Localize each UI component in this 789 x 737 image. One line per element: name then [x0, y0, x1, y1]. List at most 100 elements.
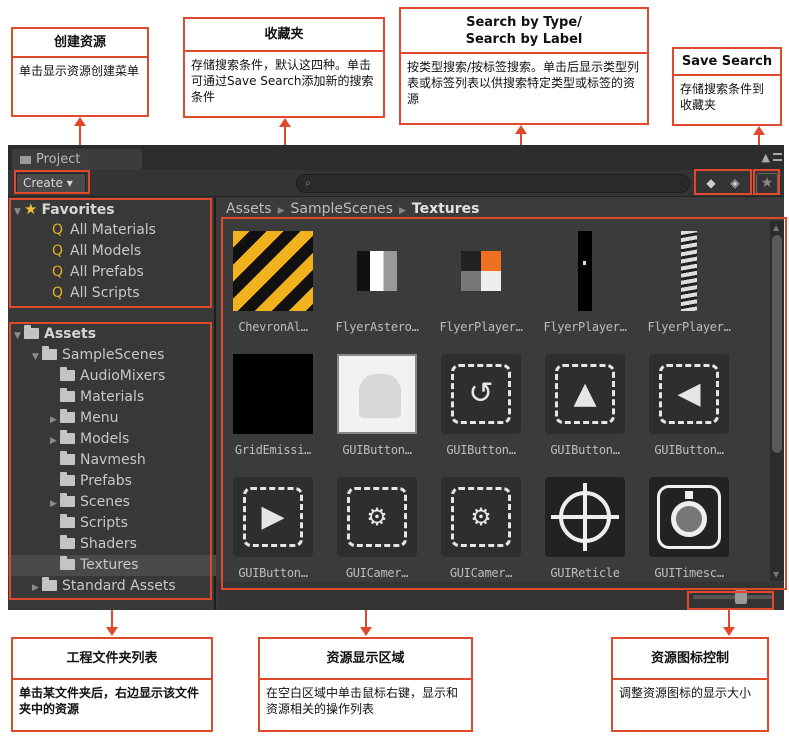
folder-item[interactable]: ▶ Scenes: [50, 492, 130, 513]
assets-folder[interactable]: ▼ Assets: [14, 324, 96, 345]
folder-item[interactable]: Navmesh: [50, 450, 146, 471]
expand-arrow-icon[interactable]: ▼: [14, 202, 24, 223]
folder-icon: [60, 430, 75, 444]
create-button[interactable]: Create ▾: [16, 173, 86, 193]
favorites-header[interactable]: ▼ ★ Favorites: [14, 199, 115, 220]
folder-label: Navmesh: [80, 452, 146, 468]
breadcrumb-separator-icon: ▶: [277, 206, 285, 216]
callout-search-by-type-label: Search by Type/ Search by Label 按类型搜索/按标…: [399, 7, 649, 125]
callout-favorites: 收藏夹 存储搜索条件，默认这四种。单击可通过Save Search添加新的搜索条…: [183, 17, 385, 118]
folder-icon: [60, 493, 75, 507]
asset-label: GridEmissi…: [234, 443, 312, 457]
asset-item[interactable]: ◀ GUIButton…: [640, 354, 738, 457]
timescale-thumbnail: [649, 477, 729, 557]
folder-item[interactable]: AudioMixers: [50, 366, 165, 387]
folder-item[interactable]: ▶ Models: [50, 429, 129, 450]
asset-item[interactable]: FlyerPlayer…: [432, 231, 530, 334]
callout-icon-control: 资源图标控制 调整资源图标的显示大小: [611, 637, 769, 732]
asset-item[interactable]: ⚙ GUICamer…: [432, 477, 530, 580]
asset-item[interactable]: FlyerAstero…: [328, 231, 426, 334]
reticle-thumbnail: [545, 477, 625, 557]
player-texture-thumbnail: [649, 231, 729, 311]
expand-arrow-icon[interactable]: ▶: [50, 431, 60, 452]
scroll-down-icon[interactable]: ▼: [773, 570, 779, 579]
folder-item[interactable]: Textures: [50, 555, 139, 576]
expand-arrow-icon[interactable]: ▼: [14, 326, 24, 347]
sample-scenes-folder[interactable]: ▼ SampleScenes: [32, 345, 164, 366]
callout-title: Search by Type/ Search by Label: [401, 9, 647, 54]
folder-label: Prefabs: [80, 473, 132, 489]
scrollbar-thumb[interactable]: [772, 235, 782, 453]
gui-button-thumbnail: ◀: [649, 354, 729, 434]
asset-item[interactable]: ▶ GUIButton…: [224, 477, 322, 580]
search-icon: Q: [52, 285, 64, 301]
asset-label: GUIButton…: [550, 443, 620, 457]
asset-pane: Assets ▶ SampleScenes ▶ Textures ChevronAl… F…: [218, 197, 784, 610]
asset-label: GUIButton…: [654, 443, 724, 457]
search-icon: Q: [52, 264, 64, 280]
menu-icon[interactable]: [773, 153, 782, 161]
asset-item[interactable]: GUIReticle: [536, 477, 634, 580]
folder-item[interactable]: Materials: [50, 387, 144, 408]
lock-icon[interactable]: ▲: [762, 151, 770, 164]
asset-label: FlyerPlayer…: [647, 320, 731, 334]
save-search-star-icon[interactable]: ★: [756, 173, 778, 194]
expand-arrow-icon[interactable]: ▼: [32, 347, 42, 368]
gui-button-thumbnail: ▶: [233, 477, 313, 557]
breadcrumb-item[interactable]: SampleScenes: [290, 201, 392, 217]
expand-arrow-icon[interactable]: ▶: [50, 410, 60, 431]
folder-item[interactable]: Prefabs: [50, 471, 132, 492]
expand-arrow-icon[interactable]: ▶: [32, 578, 42, 599]
asset-item[interactable]: ⚙ GUICamer…: [328, 477, 426, 580]
asset-item[interactable]: ▲ GUIButton…: [536, 354, 634, 457]
folder-item[interactable]: Shaders: [50, 534, 137, 555]
arrow-line: [728, 610, 730, 628]
asset-label: GUIButton…: [342, 443, 412, 457]
tab-project[interactable]: Project: [12, 149, 142, 170]
project-window: Project ▲ Create ▾ ⌕ ◆ ◈ ★ ▼ ★ Favorites Q…: [8, 145, 784, 610]
asset-item[interactable]: ChevronAl…: [224, 231, 322, 334]
asset-label: ChevronAl…: [238, 320, 308, 334]
asset-label: FlyerAstero…: [335, 320, 419, 334]
folder-icon: [60, 367, 75, 381]
asset-item[interactable]: GridEmissi…: [224, 354, 322, 457]
folder-label: Models: [80, 431, 130, 447]
folder-item[interactable]: ▶ Menu: [50, 408, 118, 429]
folder-label: Materials: [80, 389, 145, 405]
breadcrumb-item[interactable]: Assets: [226, 201, 272, 217]
standard-assets-folder[interactable]: ▶ Standard Assets: [32, 576, 176, 597]
search-by-type-icon[interactable]: ◆: [701, 174, 721, 192]
folder-label: AudioMixers: [80, 368, 166, 384]
breadcrumb-current: Textures: [411, 201, 480, 217]
asset-item[interactable]: ↺ GUIButton…: [432, 354, 530, 457]
favorite-item[interactable]: Q All Models: [52, 241, 141, 262]
icon-size-slider[interactable]: [693, 590, 773, 604]
folder-icon: [60, 535, 75, 549]
asset-item[interactable]: FlyerPlayer…: [640, 231, 738, 334]
folder-icon: [20, 155, 31, 164]
asset-label: GUITimesc…: [654, 566, 724, 580]
asteroid-texture-thumbnail: [337, 231, 417, 311]
player-texture-thumbnail: [545, 231, 625, 311]
scrollbar[interactable]: ▲ ▼: [770, 221, 784, 581]
asset-item[interactable]: GUIButton…: [328, 354, 426, 457]
arrow-left-icon: ◀: [677, 376, 701, 411]
favorite-item[interactable]: Q All Prefabs: [52, 262, 144, 283]
asset-item[interactable]: GUITimesc…: [640, 477, 738, 580]
search-icon: Q: [52, 222, 64, 238]
expand-arrow-icon[interactable]: ▶: [50, 494, 60, 515]
arrow-line: [79, 125, 81, 147]
callout-body: 按类型搜索/按标签搜索。单击后显示类型列表或标签列表以供搜索特定类型或标签的资源: [407, 60, 640, 106]
search-by-label-icon[interactable]: ◈: [725, 174, 745, 192]
favorite-item-label: All Prefabs: [70, 264, 144, 280]
slider-knob[interactable]: [735, 590, 747, 604]
favorite-item[interactable]: Q All Materials: [52, 220, 156, 241]
breadcrumb-separator-icon: ▶: [398, 206, 406, 216]
folder-item[interactable]: Scripts: [50, 513, 128, 534]
asset-item[interactable]: FlyerPlayer…: [536, 231, 634, 334]
star-icon: ★: [24, 200, 38, 218]
callout-body: 存储搜索条件，默认这四种。单击可通过Save Search添加新的搜索条件: [191, 58, 374, 104]
favorite-item[interactable]: Q All Scripts: [52, 283, 140, 304]
search-input[interactable]: ⌕: [296, 174, 690, 193]
scroll-up-icon[interactable]: ▲: [773, 223, 779, 232]
